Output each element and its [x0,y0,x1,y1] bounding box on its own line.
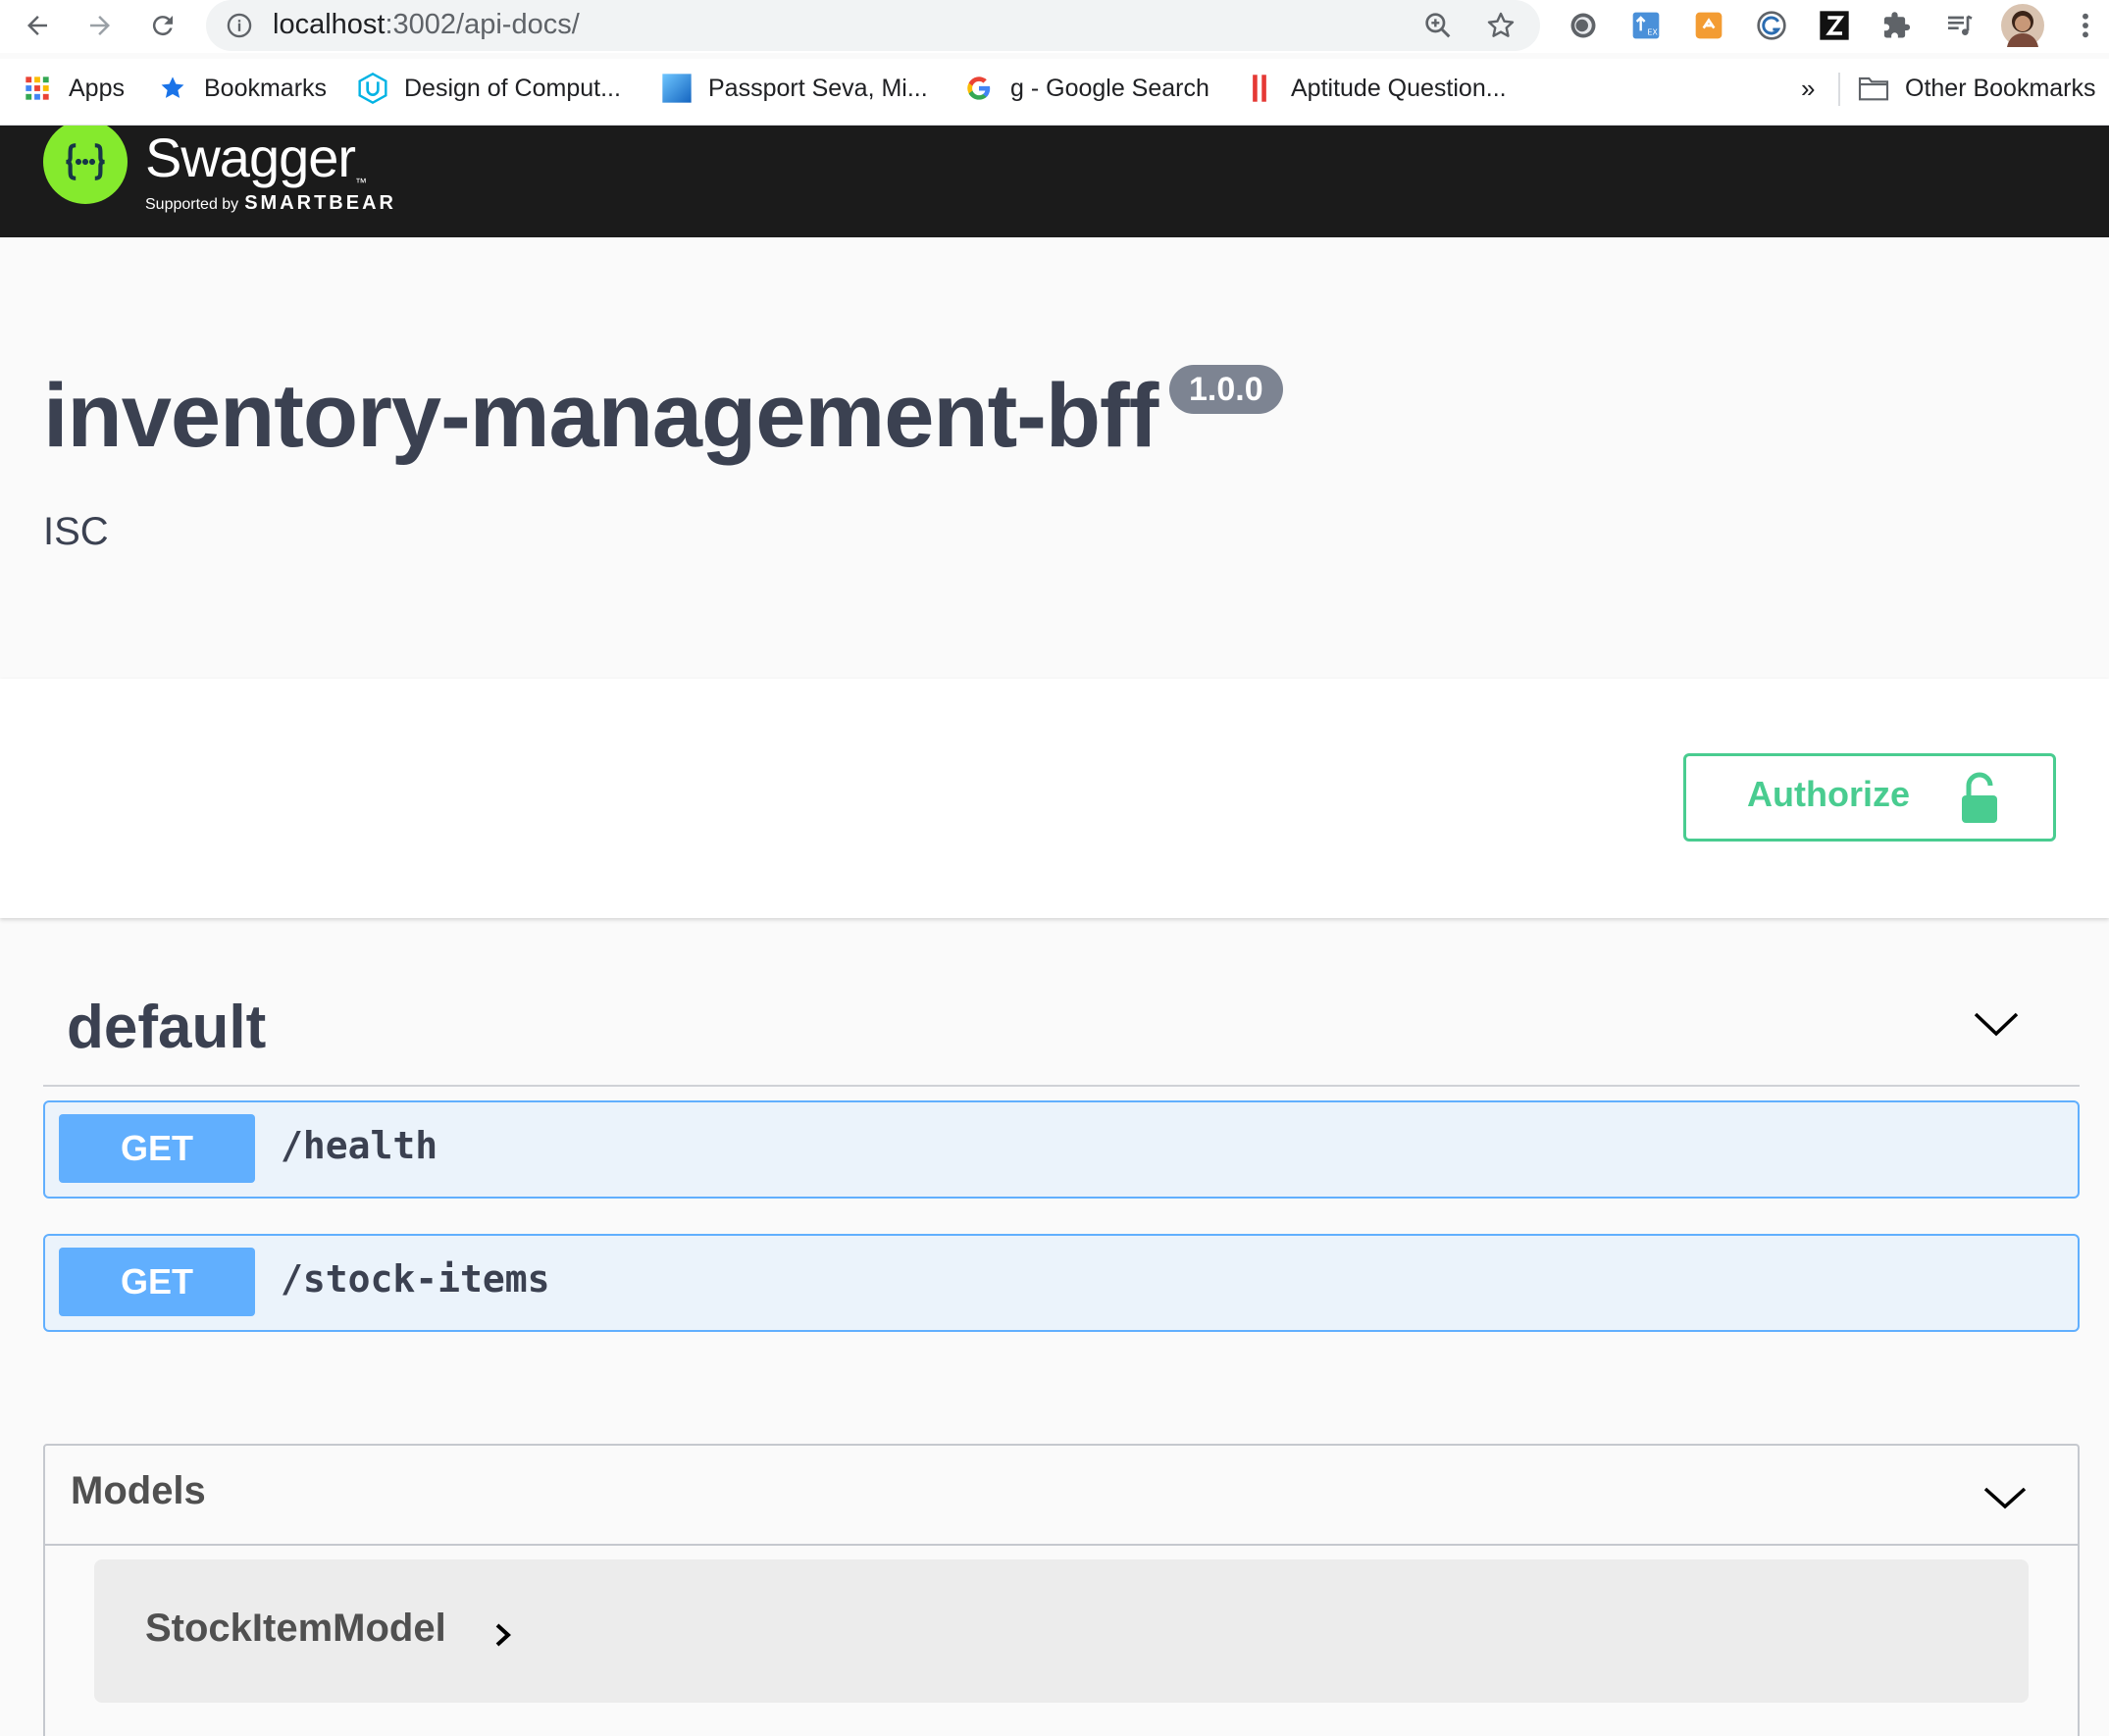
tag-title: default [67,994,267,1061]
model-stockitemmodel[interactable]: StockItemModel [94,1559,2029,1703]
zoom-icon[interactable] [1422,10,1454,41]
puzzle-icon[interactable] [1879,8,1915,43]
bookmarks-overflow-button[interactable]: » [1801,69,1815,108]
bookmark-label: Other Bookmarks [1905,74,2096,102]
bookmarks-divider [1838,73,1840,106]
scheme-container: Authorize [0,679,2109,918]
orange-extension-icon[interactable] [1691,8,1726,43]
reload-button[interactable] [141,4,184,47]
back-button[interactable] [16,4,59,47]
forward-arrow-icon [90,16,110,35]
bookmark-other-bookmarks[interactable]: Other Bookmarks [1858,69,2096,108]
url-path: :3002/api-docs/ [385,9,580,40]
operation-get-health[interactable]: GET /health [43,1100,2080,1199]
swagger-wordmark: Swagger™ [145,126,367,189]
bookmark-passport-seva[interactable]: Passport Seva, Mi... [661,69,928,108]
operation-path: /stock-items [281,1257,550,1301]
address-bar[interactable]: localhost:3002/api-docs/ [206,0,1540,51]
models-header[interactable]: Models [45,1446,2078,1546]
google-icon [963,73,995,104]
chevron-down-icon[interactable] [1981,1479,2029,1516]
bookmark-google-search[interactable]: g - Google Search [963,69,1209,108]
models-title: Models [71,1469,206,1512]
smartbear-tagline: Supported by SMARTBEAR [145,192,396,215]
api-description: ISC [43,510,109,553]
swagger-topbar: Swagger™ Supported by SMARTBEAR [0,126,2109,237]
bookmark-label: g - Google Search [1010,74,1209,102]
grammarly-icon[interactable] [1754,8,1789,43]
url-host: localhost [273,9,386,40]
svg-text:EX: EX [1647,27,1658,36]
bookmark-apps[interactable]: Apps [22,69,125,108]
browser-toolbar: localhost:3002/api-docs/ EX [0,0,2109,53]
method-badge: GET [59,1114,255,1183]
bookmark-design-of-computer[interactable]: Design of Comput... [357,69,621,108]
url-text[interactable]: localhost:3002/api-docs/ [273,9,580,41]
bookmark-label: Design of Comput... [404,74,621,102]
bookmark-label: Bookmarks [204,74,328,102]
overflow-label: » [1801,73,1816,103]
z-extension-icon[interactable] [1817,8,1852,43]
bookmark-star-icon[interactable] [1485,10,1517,41]
folder-icon [1858,73,1889,104]
bookmark-label: Passport Seva, Mi... [708,74,928,102]
bookmarks-bar: Apps Bookmarks Design of Comput... Passp… [0,59,2109,126]
api-title: inventory-management-bff [43,366,1158,466]
translate-extension-icon[interactable]: EX [1628,8,1664,43]
authorize-label: Authorize [1747,774,1910,814]
swagger-word: Swagger [145,127,356,188]
models-section: Models StockItemModel [43,1444,2080,1736]
model-name: StockItemModel [145,1607,446,1650]
reload-icon [152,16,173,36]
supported-by-text: Supported by [145,196,239,213]
udacity-icon [357,73,388,104]
api-info: inventory-management-bff 1.0.0 ISC [0,237,2109,679]
chevron-down-icon[interactable] [1972,1004,2021,1044]
circle-extension-icon[interactable] [1566,8,1601,43]
operation-get-stock-items[interactable]: GET /stock-items [43,1234,2080,1332]
chevron-right-icon[interactable] [492,1620,514,1650]
tag-section-default[interactable]: default [43,981,2080,1087]
star-icon [157,73,188,104]
media-icon[interactable] [1942,8,1978,43]
bookmark-label: Apps [69,74,125,102]
more-menu-icon[interactable] [2068,8,2103,43]
forward-button[interactable] [78,4,122,47]
method-badge: GET [59,1248,255,1316]
profile-avatar[interactable] [2001,4,2044,47]
bookmark-bookmarks[interactable]: Bookmarks [157,69,327,108]
bookmark-aptitude[interactable]: Aptitude Question... [1244,69,1507,108]
unlocked-lock-icon [1962,772,1997,823]
blue-square-icon [661,73,693,104]
authorize-button[interactable]: Authorize [1683,753,2056,842]
site-info-icon[interactable] [226,12,253,39]
version-badge: 1.0.0 [1169,365,1283,414]
apps-grid-icon [22,73,53,104]
bookmark-label: Aptitude Question... [1291,74,1507,102]
smartbear-brand: SMARTBEAR [244,192,396,214]
red-bars-icon [1244,73,1275,104]
swagger-logo-icon[interactable] [43,126,128,204]
operation-path: /health [281,1124,438,1167]
back-arrow-icon [27,16,47,35]
swagger-tm: ™ [355,176,367,189]
